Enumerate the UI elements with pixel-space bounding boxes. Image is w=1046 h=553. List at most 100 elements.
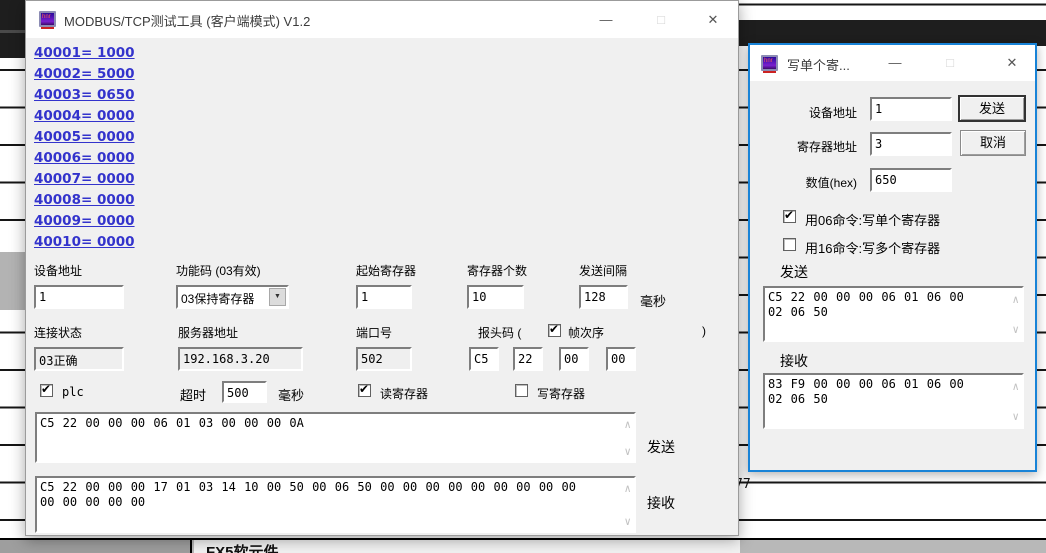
desktop: 77 FX5软元件 hnr MODBUS/TCP测试工具 (客户端模式) V1.… [0,0,1046,553]
timeout-label: 超时 [180,385,206,404]
scroll-up-icon[interactable]: ∧ [1012,382,1019,392]
dlg-cmd06-checkbox[interactable]: ✔ [783,210,796,223]
background-bottom-bar-right: FX5软元件 [194,540,740,553]
register-link[interactable]: 40002= 5000 [34,66,135,87]
header-byte-0-input[interactable]: C5 [469,347,499,371]
dlg-cmd16-checkbox[interactable] [783,238,796,251]
register-link[interactable]: 40008= 0000 [34,192,135,213]
dlg-register-address-input[interactable]: 3 [870,132,952,156]
scroll-down-icon[interactable]: ∨ [1012,412,1019,422]
main-window: hnr MODBUS/TCP测试工具 (客户端模式) V1.2 — □ ✕ 40… [25,0,739,536]
send-interval-unit: 毫秒 [640,291,666,310]
scroll-down-icon[interactable]: ∨ [624,517,631,527]
dlg-receive-label: 接收 [780,351,808,371]
send-label: 发送 [647,437,675,457]
maximize-icon[interactable]: □ [933,45,967,81]
minimize-icon[interactable]: — [589,1,623,38]
write-register-checkbox[interactable] [515,384,528,397]
background-dark-block-divider [0,30,25,33]
function-code-label: 功能码 (03有效) [176,262,261,279]
check-icon: ✔ [549,322,559,336]
device-address-input[interactable]: 1 [34,285,124,309]
dlg-device-address-label: 设备地址 [757,104,857,121]
main-titlebar[interactable]: hnr MODBUS/TCP测试工具 (客户端模式) V1.2 — □ ✕ [26,1,738,38]
dlg-value-hex-input[interactable]: 650 [870,168,952,192]
send-interval-label: 发送间隔 [579,262,627,279]
background-bottom-bar: FX5软元件 [0,538,1046,553]
background-bottom-bar-left [0,540,192,553]
function-code-select[interactable]: 03保持寄存器 ▼ [176,285,289,309]
background-gray-block-left [0,252,25,310]
maximize-icon[interactable]: □ [644,1,678,38]
dialog-title: 写单个寄... [787,55,850,74]
start-register-input[interactable]: 1 [356,285,412,309]
dlg-cancel-button[interactable]: 取消 [960,130,1026,156]
check-icon: ✔ [41,382,51,396]
connect-status-label: 连接状态 [34,324,82,341]
connect-status-value: 03正确 [34,347,124,371]
scroll-down-icon[interactable]: ∨ [624,447,631,457]
check-icon: ✔ [784,208,794,222]
dialog-titlebar[interactable]: hnr 写单个寄... — □ ✕ [750,45,1035,81]
write-register-label: 写寄存器 [537,385,585,402]
close-icon[interactable]: ✕ [696,1,730,38]
check-icon: ✔ [359,382,369,396]
scroll-up-icon[interactable]: ∧ [624,420,631,430]
register-link[interactable]: 40009= 0000 [34,213,135,234]
dlg-cmd06-label: 用06命令:写单个寄存器 [805,210,940,229]
register-count-label: 寄存器个数 [467,262,527,279]
plc-checkbox[interactable]: ✔ [40,384,53,397]
send-data-textarea[interactable]: C5 22 00 00 00 06 01 03 00 00 00 0A ∧ ∨ [35,412,636,463]
server-address-input[interactable]: 192.168.3.20 [178,347,303,371]
receive-label: 接收 [647,493,675,513]
write-register-dialog: hnr 写单个寄... — □ ✕ 设备地址 寄存器地址 数值(hex) 1 3… [748,43,1037,472]
frame-order-checkbox[interactable]: ✔ [548,324,561,337]
scroll-up-icon[interactable]: ∧ [624,484,631,494]
dlg-send-text: C5 22 00 00 00 06 01 06 00 02 06 50 [768,290,983,320]
timeout-input[interactable]: 500 [222,381,267,403]
function-code-value: 03保持寄存器 [181,290,254,307]
send-interval-input[interactable]: 128 [579,285,628,309]
header-byte-3-input[interactable]: 00 [606,347,636,371]
start-register-label: 起始寄存器 [356,262,416,279]
register-link[interactable]: 40010= 0000 [34,234,135,255]
dlg-send-label: 发送 [780,262,808,282]
receive-data-textarea[interactable]: C5 22 00 00 00 17 01 03 14 10 00 50 00 0… [35,476,636,533]
server-address-label: 服务器地址 [178,324,238,341]
scroll-down-icon[interactable]: ∨ [1012,325,1019,335]
register-link[interactable]: 40001= 1000 [34,45,135,66]
register-link[interactable]: 40005= 0000 [34,129,135,150]
dlg-device-address-input[interactable]: 1 [870,97,952,121]
register-link[interactable]: 40003= 0650 [34,87,135,108]
chevron-down-icon[interactable]: ▼ [269,288,286,306]
register-link[interactable]: 40007= 0000 [34,171,135,192]
dlg-receive-text: 83 F9 00 00 00 06 01 06 00 02 06 50 [768,377,983,407]
register-link[interactable]: 40004= 0000 [34,108,135,129]
dlg-receive-textarea[interactable]: 83 F9 00 00 00 06 01 06 00 02 06 50 ∧ ∨ [763,373,1024,429]
read-register-checkbox[interactable]: ✔ [358,384,371,397]
receive-data-text: C5 22 00 00 00 17 01 03 14 10 00 50 00 0… [40,480,585,510]
port-label: 端口号 [356,324,392,341]
header-byte-1-input[interactable]: 22 [513,347,543,371]
register-link[interactable]: 40006= 0000 [34,150,135,171]
register-list: 40001= 100040002= 500040003= 065040004= … [34,45,135,255]
minimize-icon[interactable]: — [878,45,912,81]
dlg-send-button[interactable]: 发送 [958,95,1026,122]
main-window-title: MODBUS/TCP测试工具 (客户端模式) V1.2 [64,11,310,30]
scroll-up-icon[interactable]: ∧ [1012,295,1019,305]
header-byte-2-input[interactable]: 00 [559,347,589,371]
app-icon: hnr [761,55,778,71]
close-icon[interactable]: ✕ [995,45,1029,81]
dlg-send-textarea[interactable]: C5 22 00 00 00 06 01 06 00 02 06 50 ∧ ∨ [763,286,1024,342]
background-window-caption: FX5软元件 [206,541,279,553]
read-register-label: 读寄存器 [380,385,428,402]
frame-order-label: 帧次序 [568,324,604,341]
timeout-unit: 毫秒 [278,385,304,404]
dlg-value-hex-label: 数值(hex) [757,174,857,191]
plc-label: plc [62,385,84,399]
register-count-input[interactable]: 10 [467,285,524,309]
dlg-register-address-label: 寄存器地址 [757,138,857,155]
header-code-close-paren: ) [702,324,706,338]
device-address-label: 设备地址 [34,262,82,279]
port-input[interactable]: 502 [356,347,412,371]
